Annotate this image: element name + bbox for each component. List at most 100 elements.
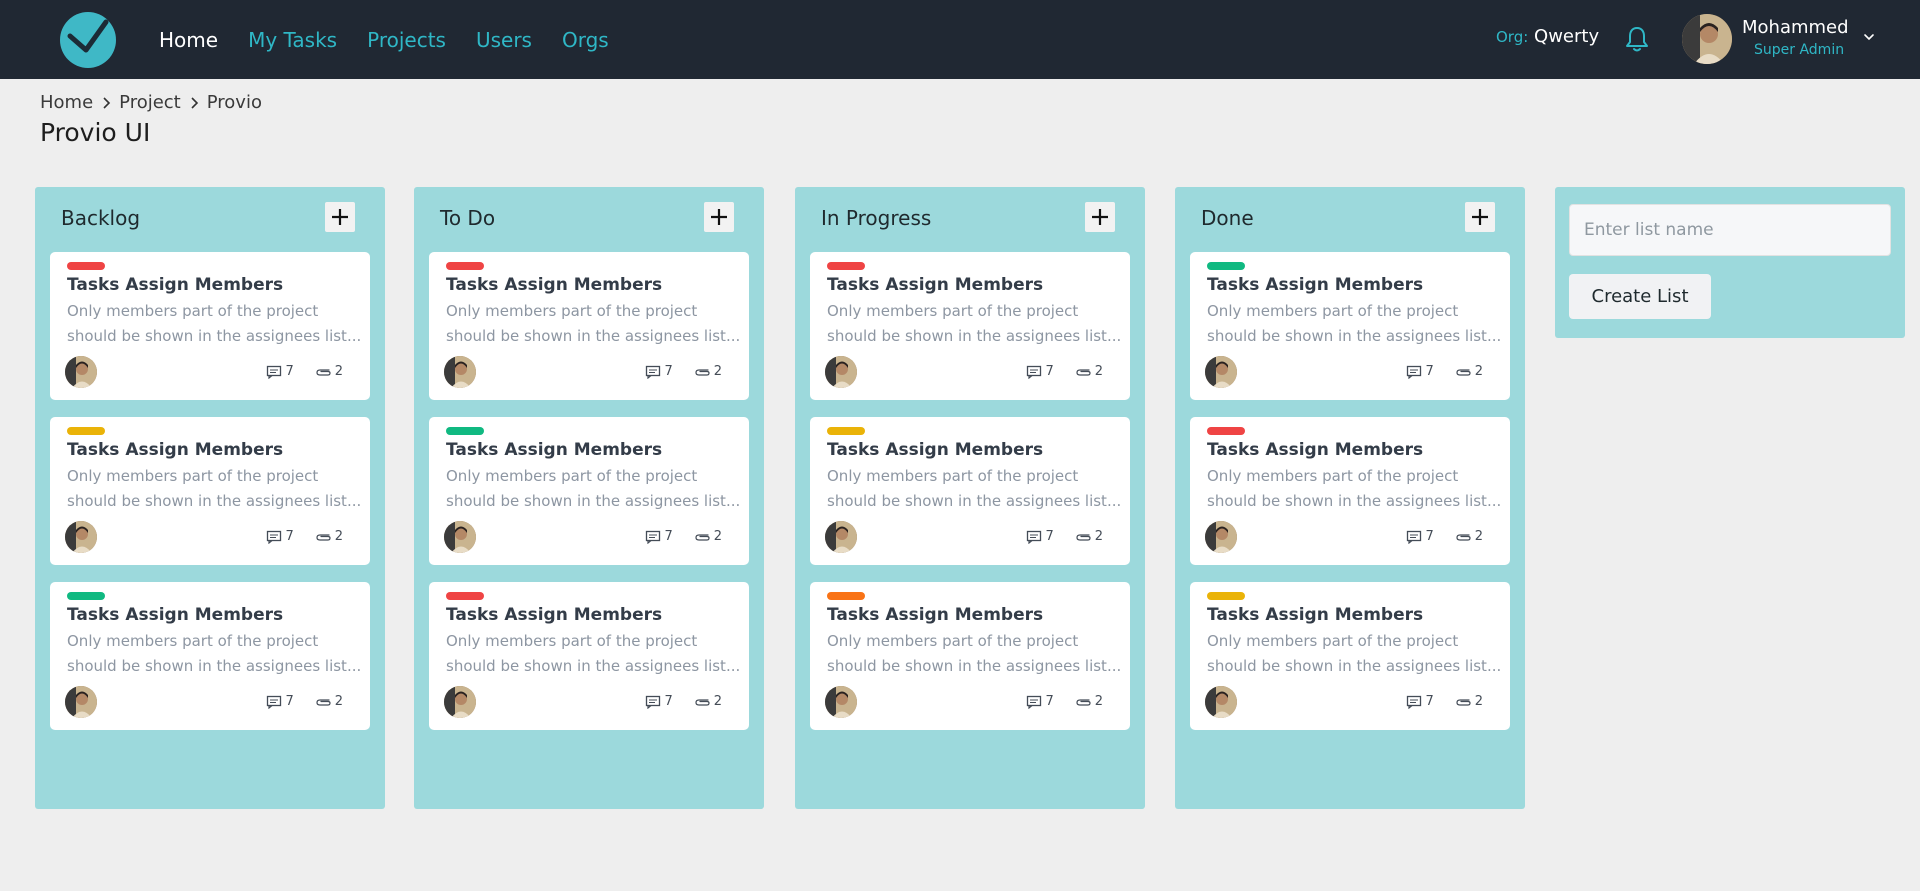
card-title: Tasks Assign Members xyxy=(827,275,1044,295)
comment-count: 7 xyxy=(664,529,673,544)
task-card[interactable]: Tasks Assign Members Only members part of… xyxy=(1190,582,1510,730)
priority-tag xyxy=(67,262,105,270)
attachment-icon xyxy=(1456,533,1471,541)
assignee-avatar[interactable] xyxy=(444,521,476,553)
priority-tag xyxy=(827,592,865,600)
attachment-icon xyxy=(695,698,710,706)
priority-tag xyxy=(67,592,105,600)
assignee-avatar[interactable] xyxy=(65,686,97,718)
attachment-icon xyxy=(1076,533,1091,541)
priority-tag xyxy=(1207,592,1245,600)
app-logo[interactable] xyxy=(60,12,116,68)
card-description: Only members part of the project should b… xyxy=(67,629,362,679)
card-description: Only members part of the project should b… xyxy=(1207,299,1502,349)
card-meta: 72 xyxy=(1026,529,1103,544)
list-column: In Progress Tasks Assign Members Only memb… xyxy=(795,187,1145,809)
create-list-button[interactable]: Create List xyxy=(1569,274,1711,319)
comment-count: 7 xyxy=(1045,364,1054,379)
card-description: Only members part of the project should b… xyxy=(827,299,1122,349)
priority-tag xyxy=(446,592,484,600)
comment-icon xyxy=(267,695,282,709)
priority-tag xyxy=(67,427,105,435)
assignee-avatar[interactable] xyxy=(825,521,857,553)
org-selector[interactable]: Org: Qwerty xyxy=(1496,26,1599,47)
avatar-image xyxy=(825,686,857,718)
task-card[interactable]: Tasks Assign Members Only members part of… xyxy=(429,417,749,565)
card-meta: 72 xyxy=(1026,694,1103,709)
task-card[interactable]: Tasks Assign Members Only members part of… xyxy=(429,582,749,730)
card-description: Only members part of the project should b… xyxy=(446,464,741,514)
card-description: Only members part of the project should b… xyxy=(1207,464,1502,514)
avatar-image xyxy=(444,356,476,388)
task-card[interactable]: Tasks Assign Members Only members part of… xyxy=(1190,252,1510,400)
add-card-button[interactable] xyxy=(704,202,734,232)
assignee-avatar[interactable] xyxy=(1205,356,1237,388)
assignee-avatar[interactable] xyxy=(825,686,857,718)
list-name-input[interactable] xyxy=(1569,204,1891,256)
add-card-button[interactable] xyxy=(1465,202,1495,232)
user-name[interactable]: Mohammed xyxy=(1742,17,1849,38)
task-card[interactable]: Tasks Assign Members Only members part of… xyxy=(429,252,749,400)
list-title: Done xyxy=(1201,206,1254,230)
comment-icon xyxy=(646,695,661,709)
task-card[interactable]: Tasks Assign Members Only members part of… xyxy=(50,582,370,730)
task-card[interactable]: Tasks Assign Members Only members part of… xyxy=(810,252,1130,400)
nav-home[interactable]: Home xyxy=(159,28,218,52)
assignee-avatar[interactable] xyxy=(444,356,476,388)
breadcrumb: Home Project Provio xyxy=(40,92,262,113)
breadcrumb-project[interactable]: Project xyxy=(119,92,181,113)
task-card[interactable]: Tasks Assign Members Only members part of… xyxy=(50,417,370,565)
chevron-right-icon xyxy=(103,96,111,109)
task-card[interactable]: Tasks Assign Members Only members part of… xyxy=(50,252,370,400)
page-title: Provio UI xyxy=(40,118,151,147)
task-card[interactable]: Tasks Assign Members Only members part of… xyxy=(810,582,1130,730)
attachment-icon xyxy=(316,533,331,541)
card-description-line: Only members part of the project xyxy=(827,302,1079,320)
card-description: Only members part of the project should b… xyxy=(67,464,362,514)
nav-orgs[interactable]: Orgs xyxy=(562,28,609,52)
avatar-image xyxy=(1205,356,1237,388)
add-card-button[interactable] xyxy=(1085,202,1115,232)
assignee-avatar[interactable] xyxy=(1205,521,1237,553)
assignee-avatar[interactable] xyxy=(825,356,857,388)
comment-icon xyxy=(267,530,282,544)
assignee-avatar[interactable] xyxy=(1205,686,1237,718)
attachment-count: 2 xyxy=(1094,364,1103,379)
plus-icon xyxy=(1092,209,1108,225)
nav-users[interactable]: Users xyxy=(476,28,532,52)
task-card[interactable]: Tasks Assign Members Only members part of… xyxy=(1190,417,1510,565)
avatar-image xyxy=(1205,521,1237,553)
attachment-count: 2 xyxy=(334,694,343,709)
card-title: Tasks Assign Members xyxy=(827,440,1044,460)
assignee-avatar[interactable] xyxy=(65,521,97,553)
nav-projects[interactable]: Projects xyxy=(367,28,446,52)
card-title: Tasks Assign Members xyxy=(67,605,284,625)
breadcrumb-home[interactable]: Home xyxy=(40,92,93,113)
chevron-down-icon[interactable] xyxy=(1862,30,1876,44)
card-description-line: Only members part of the project xyxy=(446,632,698,650)
card-description: Only members part of the project should b… xyxy=(827,464,1122,514)
plus-icon xyxy=(332,209,348,225)
breadcrumb-provio[interactable]: Provio xyxy=(207,92,262,113)
bell-icon[interactable] xyxy=(1622,24,1652,54)
attachment-count: 2 xyxy=(1094,529,1103,544)
card-title: Tasks Assign Members xyxy=(1207,275,1424,295)
card-description-line: should be shown in the assignees list... xyxy=(827,657,1122,675)
priority-tag xyxy=(827,262,865,270)
new-list-panel: Create List xyxy=(1555,187,1905,338)
card-description-line: should be shown in the assignees list... xyxy=(67,657,362,675)
attachment-icon xyxy=(1076,698,1091,706)
task-card[interactable]: Tasks Assign Members Only members part of… xyxy=(810,417,1130,565)
card-description-line: Only members part of the project xyxy=(1207,632,1459,650)
assignee-avatar[interactable] xyxy=(444,686,476,718)
card-description-line: should be shown in the assignees list... xyxy=(827,327,1122,345)
card-meta: 72 xyxy=(266,694,343,709)
nav-my-tasks[interactable]: My Tasks xyxy=(248,28,337,52)
add-card-button[interactable] xyxy=(325,202,355,232)
assignee-avatar[interactable] xyxy=(65,356,97,388)
comment-count: 7 xyxy=(285,694,294,709)
user-avatar[interactable] xyxy=(1682,14,1732,64)
card-description: Only members part of the project should b… xyxy=(67,299,362,349)
attachment-icon xyxy=(316,368,331,376)
attachment-count: 2 xyxy=(1474,694,1483,709)
